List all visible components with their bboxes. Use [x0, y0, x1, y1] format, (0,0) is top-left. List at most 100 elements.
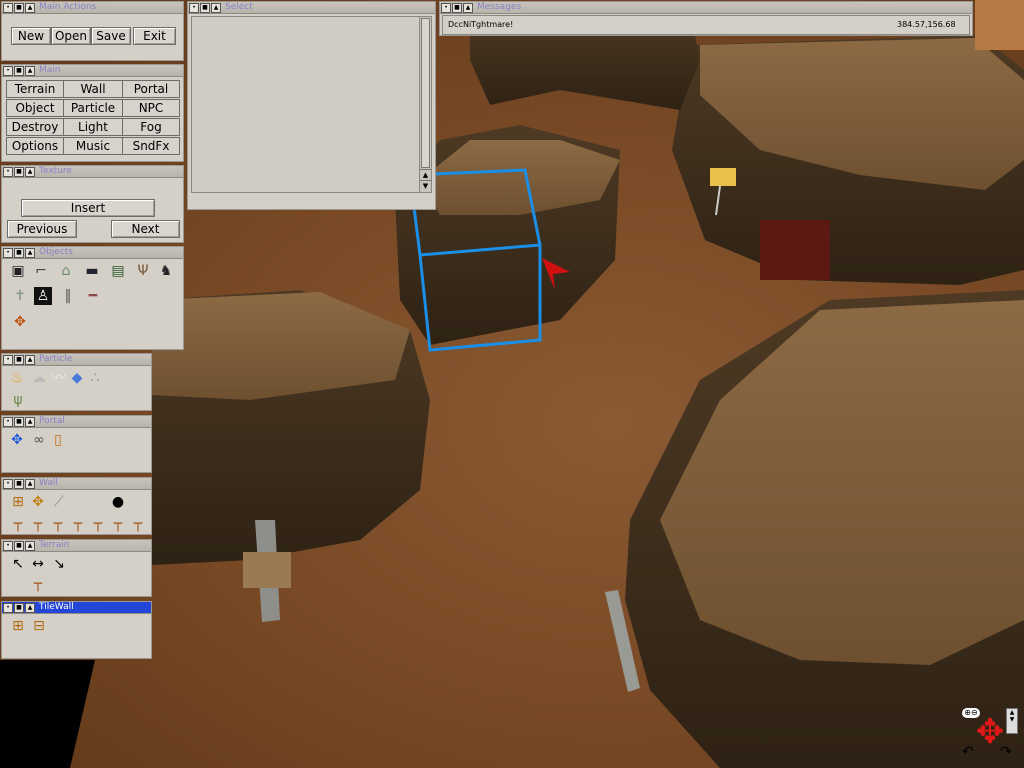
maximize-icon[interactable]: ▲ — [25, 166, 35, 177]
wall-post-icon[interactable]: ┬ — [49, 515, 67, 533]
restore-icon[interactable]: ■ — [14, 354, 24, 365]
destroy-button[interactable]: Destroy — [6, 118, 64, 136]
lower-terrain-icon[interactable]: ↘ — [50, 555, 68, 573]
smoke-icon[interactable]: ☁ — [30, 369, 48, 387]
restore-icon[interactable]: ■ — [14, 602, 24, 613]
portal-button[interactable]: Portal — [122, 80, 180, 98]
minimize-icon[interactable]: • — [3, 65, 13, 76]
music-button[interactable]: Music — [63, 137, 123, 155]
options-button[interactable]: Options — [6, 137, 64, 155]
vertical-scrollbar[interactable]: ▲ ▼ — [419, 16, 432, 193]
terrain-button[interactable]: Terrain — [6, 80, 64, 98]
maximize-icon[interactable]: ▲ — [25, 602, 35, 613]
wall-button[interactable]: Wall — [63, 80, 123, 98]
minimize-icon[interactable]: • — [3, 354, 13, 365]
bomb-icon[interactable]: ● — [109, 493, 127, 511]
select-list[interactable] — [191, 16, 420, 193]
maximize-icon[interactable]: ▲ — [25, 247, 35, 258]
exit-button[interactable]: Exit — [133, 27, 176, 45]
picture-icon[interactable]: ▤ — [109, 262, 127, 280]
cow-icon[interactable]: ♞ — [157, 262, 175, 280]
scroll-thumb[interactable] — [421, 18, 430, 168]
add-wall-icon[interactable]: ⊞ — [9, 493, 27, 511]
compass-icon[interactable]: ✥ — [11, 313, 29, 331]
scroll-down-icon[interactable]: ▼ — [420, 180, 431, 191]
raise-terrain-icon[interactable]: ↖ — [9, 555, 27, 573]
restore-icon[interactable]: ■ — [14, 540, 24, 551]
car-icon[interactable]: ▬ — [83, 262, 101, 280]
move-arrows-icon[interactable]: ✥ — [8, 431, 26, 449]
restore-icon[interactable]: ■ — [452, 2, 462, 13]
maximize-icon[interactable]: ▲ — [211, 2, 221, 13]
maximize-icon[interactable]: ▲ — [25, 416, 35, 427]
light-button[interactable]: Light — [63, 118, 123, 136]
computer-icon[interactable]: ▣ — [9, 262, 27, 280]
wall-move-icon[interactable]: ✥ — [29, 493, 47, 511]
house-icon[interactable]: ⌂ — [57, 262, 75, 280]
wall-post-icon[interactable]: ┬ — [89, 515, 107, 533]
terrain-panel: • ■ ▲ Terrain ↖ ↔ ↘ ┬ — [1, 539, 152, 597]
open-button[interactable]: Open — [51, 27, 91, 45]
panel-titlebar: • ■ ▲ Terrain — [2, 540, 151, 552]
gun-icon[interactable]: ⌐ — [32, 262, 50, 280]
maximize-icon[interactable]: ▲ — [25, 540, 35, 551]
npc-button[interactable]: NPC — [122, 99, 180, 117]
sndfx-button[interactable]: SndFx — [122, 137, 180, 155]
restore-icon[interactable]: ■ — [200, 2, 210, 13]
minimize-icon[interactable]: • — [189, 2, 199, 13]
blue-diamond-icon[interactable]: ◆ — [68, 369, 86, 387]
restore-icon[interactable]: ■ — [14, 247, 24, 258]
maximize-icon[interactable]: ▲ — [463, 2, 473, 13]
minimize-icon[interactable]: • — [3, 2, 13, 13]
next-button[interactable]: Next — [111, 220, 180, 238]
minimize-icon[interactable]: • — [3, 602, 13, 613]
fire-icon[interactable]: ♨ — [8, 369, 26, 387]
grass-icon[interactable]: ψ — [9, 391, 27, 409]
restore-icon[interactable]: ■ — [14, 2, 24, 13]
minimize-icon[interactable]: • — [3, 478, 13, 489]
minimize-icon[interactable]: • — [3, 540, 13, 551]
restore-icon[interactable]: ■ — [14, 166, 24, 177]
rotate-left-icon[interactable]: ↶ — [962, 744, 974, 760]
minimize-icon[interactable]: • — [3, 247, 13, 258]
road-icon[interactable]: ‖ — [59, 287, 77, 305]
scroll-up-icon[interactable]: ▲ — [420, 169, 431, 180]
terrain-post-icon[interactable]: ┬ — [29, 575, 47, 593]
wall-post-icon[interactable]: ┬ — [129, 515, 147, 533]
fog-button[interactable]: Fog — [122, 118, 180, 136]
maximize-icon[interactable]: ▲ — [25, 478, 35, 489]
restore-icon[interactable]: ■ — [14, 65, 24, 76]
link-icon[interactable]: ∞ — [30, 431, 48, 449]
restore-icon[interactable]: ■ — [14, 416, 24, 427]
insert-button[interactable]: Insert — [21, 199, 155, 217]
remove-tile-icon[interactable]: ⊟ — [30, 617, 48, 635]
rotate-right-icon[interactable]: ↷ — [1000, 744, 1012, 760]
minimize-icon[interactable]: • — [3, 416, 13, 427]
maximize-icon[interactable]: ▲ — [25, 2, 35, 13]
dead-tree-icon[interactable]: Ψ — [134, 262, 152, 280]
gravestone-icon[interactable]: ✝ — [11, 287, 29, 305]
spray-icon[interactable]: ∴ — [86, 369, 104, 387]
maximize-icon[interactable]: ▲ — [25, 65, 35, 76]
flatten-terrain-icon[interactable]: ↔ — [29, 555, 47, 573]
new-button[interactable]: New — [11, 27, 51, 45]
knife-icon[interactable]: ⟋ — [50, 493, 68, 511]
minimize-icon[interactable]: • — [3, 166, 13, 177]
scroll-down-icon[interactable]: ▲ ▼ — [1006, 708, 1018, 734]
plank-icon[interactable]: ━ — [84, 287, 102, 305]
wall-post-icon[interactable]: ┬ — [69, 515, 87, 533]
save-button[interactable]: Save — [91, 27, 131, 45]
wall-post-icon[interactable]: ┬ — [29, 515, 47, 533]
add-tile-icon[interactable]: ⊞ — [9, 617, 27, 635]
cloud-icon[interactable]: 〰 — [50, 369, 68, 387]
previous-button[interactable]: Previous — [7, 220, 77, 238]
object-button[interactable]: Object — [6, 99, 64, 117]
wall-post-icon[interactable]: ┬ — [109, 515, 127, 533]
wall-post-icon[interactable]: ┬ — [9, 515, 27, 533]
particle-button[interactable]: Particle — [63, 99, 123, 117]
restore-icon[interactable]: ■ — [14, 478, 24, 489]
restroom-sign-icon[interactable]: ♙ — [34, 287, 52, 305]
door-icon[interactable]: ▯ — [49, 431, 67, 449]
minimize-icon[interactable]: • — [441, 2, 451, 13]
maximize-icon[interactable]: ▲ — [25, 354, 35, 365]
